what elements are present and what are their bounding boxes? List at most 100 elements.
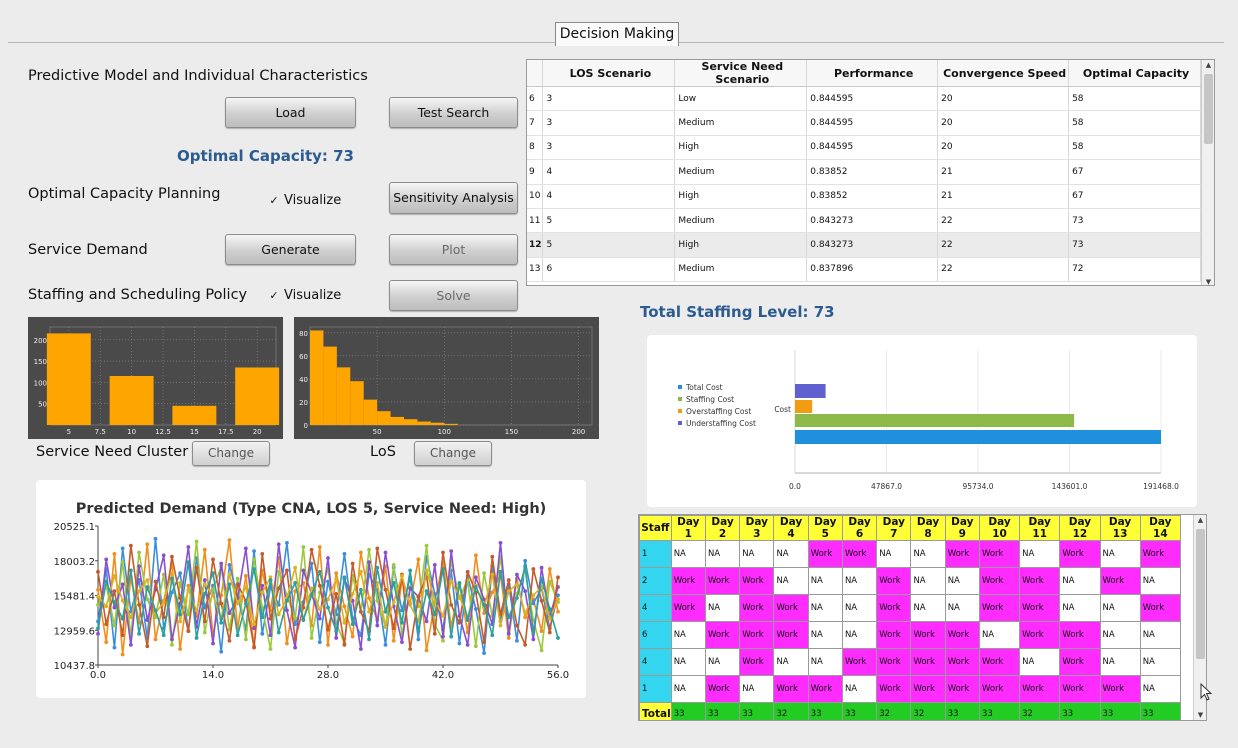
schedule-cell[interactable]: NA bbox=[807, 621, 843, 649]
schedule-cell[interactable]: Work bbox=[1099, 675, 1141, 703]
tab-decision-making[interactable]: Decision Making bbox=[555, 22, 679, 46]
schedule-cell[interactable]: NA bbox=[1059, 594, 1101, 622]
scroll-down-icon[interactable]: ▼ bbox=[1194, 711, 1206, 719]
schedule-cell[interactable]: NA bbox=[807, 648, 843, 676]
schedule-cell[interactable]: NA bbox=[704, 540, 741, 568]
schedule-cell[interactable]: NA bbox=[1099, 621, 1141, 649]
scroll-down-icon[interactable]: ▼ bbox=[1202, 278, 1214, 285]
schedule-cell[interactable]: NA bbox=[944, 594, 980, 622]
schedule-cell[interactable]: NA bbox=[773, 567, 809, 595]
schedule-cell[interactable]: Work bbox=[704, 621, 741, 649]
table-row[interactable]: 13 6 Medium 0.837896 22 72 bbox=[527, 257, 1201, 283]
los-scenario-table[interactable]: LOS Scenario Service Need Scenario Perfo… bbox=[526, 59, 1215, 286]
schedule-cell[interactable]: Work bbox=[944, 648, 980, 676]
schedule-cell[interactable]: NA bbox=[670, 540, 706, 568]
schedule-cell[interactable]: NA bbox=[1019, 540, 1061, 568]
schedule-cell[interactable]: Work bbox=[876, 648, 912, 676]
schedule-cell[interactable]: Work bbox=[773, 675, 809, 703]
schedule-cell[interactable]: Work bbox=[910, 675, 946, 703]
schedule-cell[interactable]: NA bbox=[773, 648, 809, 676]
schedule-cell[interactable]: NA bbox=[841, 621, 878, 649]
plot-button[interactable]: Plot bbox=[389, 234, 518, 265]
schedule-cell[interactable]: Work bbox=[704, 675, 741, 703]
schedule-cell[interactable]: NA bbox=[1139, 621, 1182, 649]
schedule-cell[interactable]: NA bbox=[773, 540, 809, 568]
visualize-checkbox-staffing[interactable]: ✓ Visualize bbox=[268, 288, 341, 303]
schedule-cell[interactable]: Work bbox=[876, 594, 912, 622]
table-row[interactable]: 9 4 Medium 0.83852 21 67 bbox=[527, 159, 1201, 185]
los-table-scrollbar[interactable]: ▲ ▼ bbox=[1201, 60, 1214, 285]
schedule-cell[interactable]: Work bbox=[773, 594, 809, 622]
load-button[interactable]: Load bbox=[225, 97, 356, 128]
schedule-cell[interactable]: Work bbox=[978, 648, 1021, 676]
schedule-cell[interactable]: NA bbox=[910, 540, 946, 568]
table-row[interactable]: 2 Work Work Work NA NA NA Work NA NA Work Work NA Wor… bbox=[639, 567, 1182, 595]
schedule-cell[interactable]: Work bbox=[978, 594, 1021, 622]
schedule-cell[interactable]: NA bbox=[704, 594, 741, 622]
schedule-cell[interactable]: Work bbox=[944, 621, 980, 649]
schedule-cell[interactable]: Work bbox=[704, 567, 741, 595]
schedule-cell[interactable]: NA bbox=[1139, 675, 1182, 703]
schedule-cell[interactable]: Work bbox=[807, 540, 843, 568]
schedule-cell[interactable]: NA bbox=[1099, 540, 1141, 568]
schedule-cell[interactable]: NA bbox=[1059, 567, 1101, 595]
schedule-cell[interactable]: Work bbox=[841, 648, 878, 676]
schedule-cell[interactable]: Work bbox=[739, 621, 775, 649]
schedule-cell[interactable]: Work bbox=[978, 540, 1021, 568]
solve-button[interactable]: Solve bbox=[389, 280, 518, 311]
schedule-cell[interactable]: Work bbox=[1019, 594, 1061, 622]
schedule-cell[interactable]: NA bbox=[670, 648, 706, 676]
schedule-cell[interactable]: Work bbox=[807, 675, 843, 703]
column-header[interactable]: LOS Scenario bbox=[542, 60, 676, 87]
schedule-cell[interactable]: Work bbox=[876, 621, 912, 649]
column-header[interactable]: Optimal Capacity bbox=[1068, 60, 1201, 87]
schedule-cell[interactable]: Work bbox=[910, 621, 946, 649]
schedule-cell[interactable]: NA bbox=[1099, 594, 1141, 622]
table-row[interactable]: 1 NA Work NA Work Work NA Work Work Work Work Work W… bbox=[639, 675, 1182, 703]
schedule-cell[interactable]: Work bbox=[670, 567, 706, 595]
schedule-cell[interactable]: Work bbox=[978, 675, 1021, 703]
schedule-cell[interactable]: NA bbox=[841, 675, 878, 703]
table-row[interactable]: 10 4 High 0.83852 21 67 bbox=[527, 184, 1201, 209]
schedule-cell[interactable]: Work bbox=[841, 540, 878, 568]
column-header[interactable]: Convergence Speed bbox=[937, 60, 1070, 87]
schedule-cell[interactable]: NA bbox=[910, 567, 946, 595]
schedule-cell[interactable]: Work bbox=[978, 567, 1021, 595]
scroll-up-icon[interactable]: ▲ bbox=[1202, 61, 1214, 69]
schedule-cell[interactable]: Work bbox=[1019, 675, 1061, 703]
schedule-cell[interactable]: Work bbox=[1139, 594, 1182, 622]
schedule-cell[interactable]: NA bbox=[670, 621, 706, 649]
table-row[interactable]: 12 5 High 0.843273 22 73 bbox=[527, 232, 1201, 258]
column-header[interactable]: Performance bbox=[806, 60, 939, 87]
table-row[interactable]: 6 NA Work Work Work NA NA Work Work Work NA Work Wor… bbox=[639, 621, 1182, 649]
schedule-cell[interactable]: Work bbox=[876, 567, 912, 595]
table-row[interactable]: 8 3 High 0.844595 20 58 bbox=[527, 135, 1201, 161]
schedule-cell[interactable]: NA bbox=[944, 567, 980, 595]
schedule-cell[interactable]: Work bbox=[739, 648, 775, 676]
cluster-change-button[interactable]: Change bbox=[192, 441, 270, 466]
table-row[interactable]: 4 Work NA Work Work NA NA Work NA NA Work Work NA NA W… bbox=[639, 594, 1182, 622]
schedule-cell[interactable]: Work bbox=[1059, 675, 1101, 703]
schedule-cell[interactable]: NA bbox=[978, 621, 1021, 649]
schedule-cell[interactable]: Work bbox=[1139, 540, 1182, 568]
schedule-cell[interactable]: NA bbox=[1139, 567, 1182, 595]
schedule-cell[interactable]: NA bbox=[670, 675, 706, 703]
schedule-cell[interactable]: NA bbox=[910, 594, 946, 622]
schedule-cell[interactable]: Work bbox=[944, 540, 980, 568]
schedule-cell[interactable]: NA bbox=[739, 540, 775, 568]
schedule-cell[interactable]: NA bbox=[739, 675, 775, 703]
schedule-cell[interactable]: Work bbox=[1019, 621, 1061, 649]
schedule-table[interactable]: Staff Day 1 Day 2 Day 3 Day 4 Day 5 Day 6 Day 7… bbox=[638, 514, 1207, 721]
scrollbar-thumb[interactable] bbox=[1204, 74, 1213, 144]
schedule-cell[interactable]: NA bbox=[841, 594, 878, 622]
schedule-cell[interactable]: Work bbox=[1019, 567, 1061, 595]
table-row[interactable]: 7 3 Medium 0.844595 20 58 bbox=[527, 110, 1201, 136]
table-row[interactable]: 1 NA NA NA NA Work Work NA NA Work Work NA Work NA Wor… bbox=[639, 540, 1182, 568]
schedule-cell[interactable]: Work bbox=[1059, 621, 1101, 649]
schedule-cell[interactable]: NA bbox=[704, 648, 741, 676]
schedule-cell[interactable]: NA bbox=[876, 540, 912, 568]
schedule-cell[interactable]: NA bbox=[1019, 648, 1061, 676]
schedule-cell[interactable]: Work bbox=[739, 594, 775, 622]
sensitivity-analysis-button[interactable]: Sensitivity Analysis bbox=[389, 182, 518, 214]
generate-button[interactable]: Generate bbox=[225, 234, 356, 265]
